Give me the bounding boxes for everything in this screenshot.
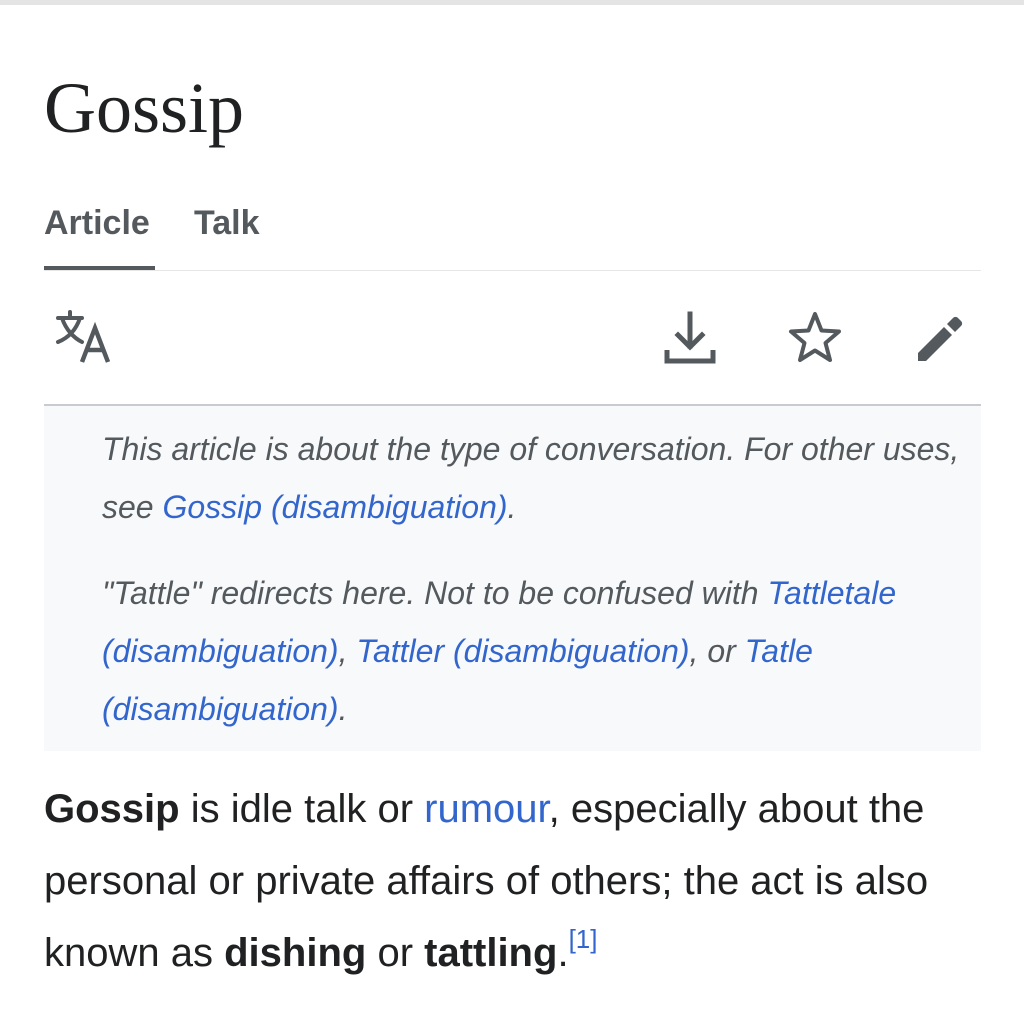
page-title: Gossip [44,68,245,148]
link-tattler-disambiguation[interactable]: Tattler (disambiguation) [356,633,689,669]
active-tab-indicator [44,266,155,270]
top-divider [0,0,1024,5]
hatnote-text: "Tattle" redirects here. Not to be confu… [102,575,768,611]
lead-text: or [366,931,425,975]
lead-text: is idle talk or [179,787,425,831]
language-icon [56,310,111,363]
watch-star-button[interactable] [783,306,847,370]
lead-text: . [557,931,569,975]
download-icon [664,311,716,364]
tab-talk[interactable]: Talk [194,200,260,246]
download-button[interactable] [658,306,722,370]
lead-bold-tattling: tattling [424,931,558,975]
lead-bold-dishing: dishing [224,931,367,975]
hatnote-box: This article is about the type of conver… [44,404,981,751]
hatnote-about: This article is about the type of conver… [102,420,972,536]
tab-article[interactable]: Article [44,200,150,246]
page-tabs: Article Talk [44,200,981,271]
lead-paragraph: Gossip is idle talk or rumour, especiall… [44,773,984,989]
edit-button[interactable] [909,306,973,370]
hatnote-text: , [338,633,357,669]
page-actions-toolbar [44,300,981,386]
language-button[interactable] [52,306,116,370]
hatnote-redirect: "Tattle" redirects here. Not to be confu… [102,564,972,738]
lead-term: Gossip [44,787,180,831]
link-gossip-disambiguation[interactable]: Gossip (disambiguation) [162,489,507,525]
hatnote-text: . [338,691,348,727]
edit-pencil-icon [918,316,963,361]
star-icon [789,312,841,362]
reference-link-1[interactable]: [1] [569,924,598,954]
link-rumour[interactable]: rumour [424,787,549,831]
hatnote-text: , or [689,633,745,669]
hatnote-text: . [507,489,517,525]
